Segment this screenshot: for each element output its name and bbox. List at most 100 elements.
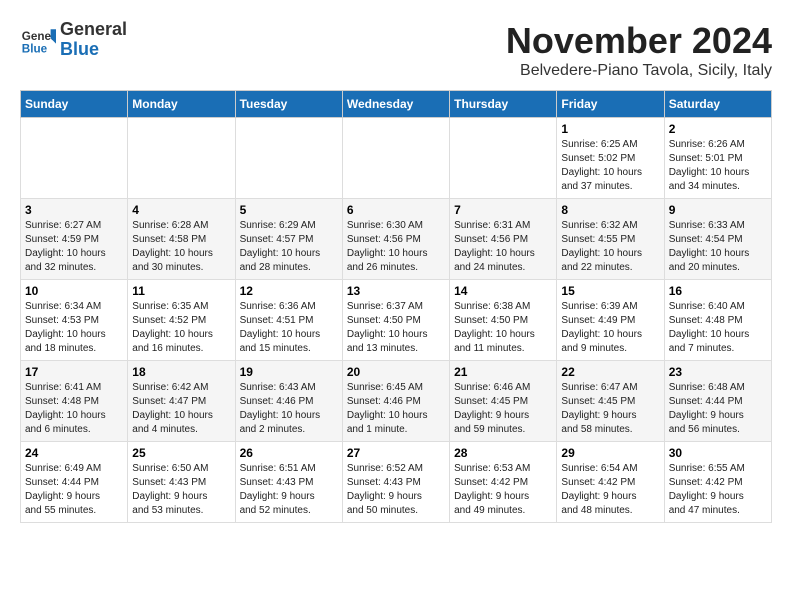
day-number: 4 xyxy=(132,203,230,217)
calendar-cell: 20Sunrise: 6:45 AM Sunset: 4:46 PM Dayli… xyxy=(342,361,449,442)
calendar-cell: 16Sunrise: 6:40 AM Sunset: 4:48 PM Dayli… xyxy=(664,280,771,361)
calendar-cell: 3 Sunrise: 6:27 AM Sunset: 4:59 PM Daylig… xyxy=(21,199,128,280)
day-number: 3 xyxy=(25,203,123,217)
day-info: Sunrise: 6:55 AM Sunset: 4:42 PM Dayligh… xyxy=(669,462,767,518)
day-info: Sunrise: 6:33 AM Sunset: 4:54 PM Dayligh… xyxy=(669,219,767,275)
calendar-cell: 11Sunrise: 6:35 AM Sunset: 4:52 PM Dayli… xyxy=(128,280,235,361)
day-number: 2 xyxy=(669,122,767,136)
day-info: Sunrise: 6:49 AM Sunset: 4:44 PM Dayligh… xyxy=(25,462,123,518)
day-info: Sunrise: 6:31 AM Sunset: 4:56 PM Dayligh… xyxy=(454,219,552,275)
day-info: Sunrise: 6:37 AM Sunset: 4:50 PM Dayligh… xyxy=(347,300,445,356)
col-header-thursday: Thursday xyxy=(450,91,557,118)
day-number: 24 xyxy=(25,446,123,460)
day-info: Sunrise: 6:48 AM Sunset: 4:44 PM Dayligh… xyxy=(669,381,767,437)
calendar-cell: 19Sunrise: 6:43 AM Sunset: 4:46 PM Dayli… xyxy=(235,361,342,442)
svg-text:Blue: Blue xyxy=(22,42,48,55)
calendar-week-5: 24 Sunrise: 6:49 AM Sunset: 4:44 PM Dayli… xyxy=(21,442,772,523)
title-block: November 2024 Belvedere-Piano Tavola, Si… xyxy=(506,20,772,80)
calendar-cell xyxy=(235,118,342,199)
calendar-cell: 18Sunrise: 6:42 AM Sunset: 4:47 PM Dayli… xyxy=(128,361,235,442)
logo-blue-text: Blue xyxy=(60,40,127,60)
day-number: 23 xyxy=(669,365,767,379)
day-number: 21 xyxy=(454,365,552,379)
page-header: General Blue General Blue November 2024 … xyxy=(20,20,772,80)
calendar-cell: 29 Sunrise: 6:54 AM Sunset: 4:42 PM Dayli… xyxy=(557,442,664,523)
calendar-week-1: 1 Sunrise: 6:25 AM Sunset: 5:02 PM Daylig… xyxy=(21,118,772,199)
day-info: Sunrise: 6:27 AM Sunset: 4:59 PM Dayligh… xyxy=(25,219,123,275)
day-info: Sunrise: 6:52 AM Sunset: 4:43 PM Dayligh… xyxy=(347,462,445,518)
logo-general-text: General xyxy=(60,20,127,40)
calendar-cell xyxy=(342,118,449,199)
day-number: 7 xyxy=(454,203,552,217)
logo: General Blue General Blue xyxy=(20,20,127,60)
day-number: 28 xyxy=(454,446,552,460)
day-info: Sunrise: 6:34 AM Sunset: 4:53 PM Dayligh… xyxy=(25,300,123,356)
day-info: Sunrise: 6:32 AM Sunset: 4:55 PM Dayligh… xyxy=(561,219,659,275)
col-header-saturday: Saturday xyxy=(664,91,771,118)
day-info: Sunrise: 6:39 AM Sunset: 4:49 PM Dayligh… xyxy=(561,300,659,356)
calendar-cell: 23 Sunrise: 6:48 AM Sunset: 4:44 PM Dayli… xyxy=(664,361,771,442)
day-info: Sunrise: 6:30 AM Sunset: 4:56 PM Dayligh… xyxy=(347,219,445,275)
calendar-cell: 5Sunrise: 6:29 AM Sunset: 4:57 PM Daylig… xyxy=(235,199,342,280)
col-header-monday: Monday xyxy=(128,91,235,118)
calendar-cell: 30 Sunrise: 6:55 AM Sunset: 4:42 PM Dayli… xyxy=(664,442,771,523)
calendar-cell xyxy=(128,118,235,199)
col-header-sunday: Sunday xyxy=(21,91,128,118)
calendar-cell: 9 Sunrise: 6:33 AM Sunset: 4:54 PM Daylig… xyxy=(664,199,771,280)
day-info: Sunrise: 6:38 AM Sunset: 4:50 PM Dayligh… xyxy=(454,300,552,356)
day-number: 29 xyxy=(561,446,659,460)
location-text: Belvedere-Piano Tavola, Sicily, Italy xyxy=(506,62,772,80)
day-number: 13 xyxy=(347,284,445,298)
day-info: Sunrise: 6:54 AM Sunset: 4:42 PM Dayligh… xyxy=(561,462,659,518)
day-number: 26 xyxy=(240,446,338,460)
calendar-cell: 2Sunrise: 6:26 AM Sunset: 5:01 PM Daylig… xyxy=(664,118,771,199)
col-header-friday: Friday xyxy=(557,91,664,118)
day-info: Sunrise: 6:53 AM Sunset: 4:42 PM Dayligh… xyxy=(454,462,552,518)
day-info: Sunrise: 6:36 AM Sunset: 4:51 PM Dayligh… xyxy=(240,300,338,356)
month-title: November 2024 xyxy=(506,20,772,62)
calendar-cell: 17 Sunrise: 6:41 AM Sunset: 4:48 PM Dayli… xyxy=(21,361,128,442)
calendar-cell: 22 Sunrise: 6:47 AM Sunset: 4:45 PM Dayli… xyxy=(557,361,664,442)
day-number: 8 xyxy=(561,203,659,217)
calendar-cell: 15 Sunrise: 6:39 AM Sunset: 4:49 PM Dayli… xyxy=(557,280,664,361)
calendar-cell xyxy=(21,118,128,199)
day-number: 16 xyxy=(669,284,767,298)
day-info: Sunrise: 6:25 AM Sunset: 5:02 PM Dayligh… xyxy=(561,138,659,194)
col-header-tuesday: Tuesday xyxy=(235,91,342,118)
day-info: Sunrise: 6:42 AM Sunset: 4:47 PM Dayligh… xyxy=(132,381,230,437)
day-number: 25 xyxy=(132,446,230,460)
calendar-cell: 21Sunrise: 6:46 AM Sunset: 4:45 PM Dayli… xyxy=(450,361,557,442)
day-number: 12 xyxy=(240,284,338,298)
logo-icon: General Blue xyxy=(20,22,56,58)
day-number: 1 xyxy=(561,122,659,136)
day-number: 20 xyxy=(347,365,445,379)
day-number: 22 xyxy=(561,365,659,379)
day-number: 9 xyxy=(669,203,767,217)
day-info: Sunrise: 6:47 AM Sunset: 4:45 PM Dayligh… xyxy=(561,381,659,437)
day-info: Sunrise: 6:41 AM Sunset: 4:48 PM Dayligh… xyxy=(25,381,123,437)
day-info: Sunrise: 6:35 AM Sunset: 4:52 PM Dayligh… xyxy=(132,300,230,356)
day-number: 27 xyxy=(347,446,445,460)
calendar-table: SundayMondayTuesdayWednesdayThursdayFrid… xyxy=(20,90,772,523)
calendar-cell: 14Sunrise: 6:38 AM Sunset: 4:50 PM Dayli… xyxy=(450,280,557,361)
calendar-cell: 27 Sunrise: 6:52 AM Sunset: 4:43 PM Dayli… xyxy=(342,442,449,523)
calendar-cell: 26 Sunrise: 6:51 AM Sunset: 4:43 PM Dayli… xyxy=(235,442,342,523)
calendar-week-3: 10Sunrise: 6:34 AM Sunset: 4:53 PM Dayli… xyxy=(21,280,772,361)
calendar-cell: 4 Sunrise: 6:28 AM Sunset: 4:58 PM Daylig… xyxy=(128,199,235,280)
calendar-cell: 1 Sunrise: 6:25 AM Sunset: 5:02 PM Daylig… xyxy=(557,118,664,199)
day-info: Sunrise: 6:28 AM Sunset: 4:58 PM Dayligh… xyxy=(132,219,230,275)
day-number: 30 xyxy=(669,446,767,460)
calendar-cell: 12 Sunrise: 6:36 AM Sunset: 4:51 PM Dayli… xyxy=(235,280,342,361)
calendar-cell: 7 Sunrise: 6:31 AM Sunset: 4:56 PM Daylig… xyxy=(450,199,557,280)
day-number: 15 xyxy=(561,284,659,298)
day-info: Sunrise: 6:29 AM Sunset: 4:57 PM Dayligh… xyxy=(240,219,338,275)
calendar-cell: 25Sunrise: 6:50 AM Sunset: 4:43 PM Dayli… xyxy=(128,442,235,523)
calendar-cell: 24 Sunrise: 6:49 AM Sunset: 4:44 PM Dayli… xyxy=(21,442,128,523)
day-number: 17 xyxy=(25,365,123,379)
day-info: Sunrise: 6:51 AM Sunset: 4:43 PM Dayligh… xyxy=(240,462,338,518)
calendar-cell: 8 Sunrise: 6:32 AM Sunset: 4:55 PM Daylig… xyxy=(557,199,664,280)
calendar-cell: 6Sunrise: 6:30 AM Sunset: 4:56 PM Daylig… xyxy=(342,199,449,280)
calendar-header-row: SundayMondayTuesdayWednesdayThursdayFrid… xyxy=(21,91,772,118)
day-number: 19 xyxy=(240,365,338,379)
col-header-wednesday: Wednesday xyxy=(342,91,449,118)
